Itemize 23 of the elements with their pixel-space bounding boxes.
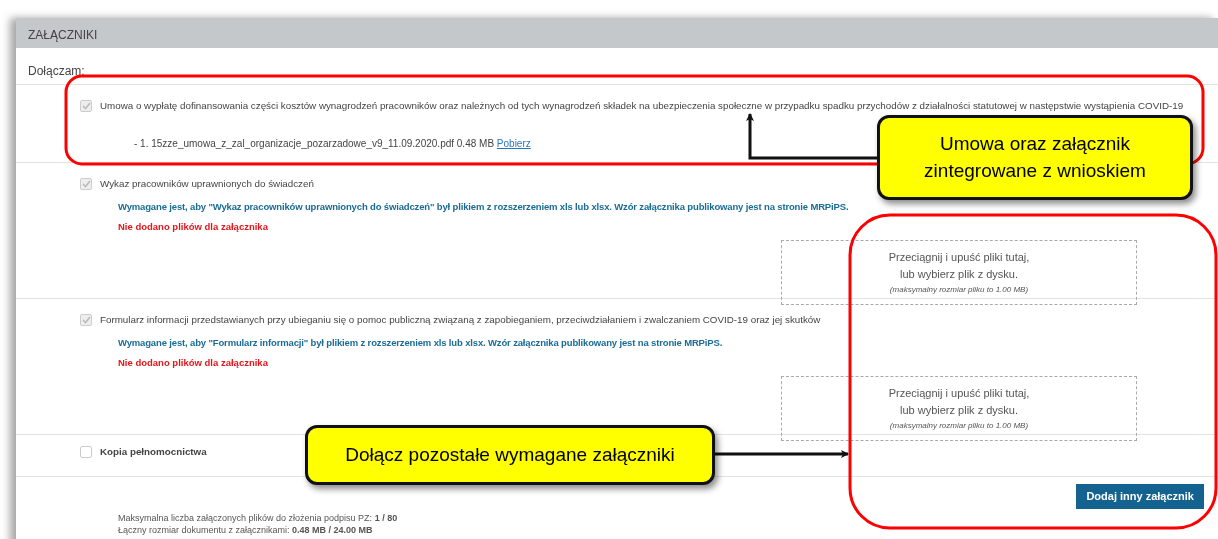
- size-note: (maksymalny rozmiar pliku to 1.00 MB): [888, 420, 1030, 433]
- dropzone-text: lub wybierz plik z dysku.: [899, 266, 1019, 282]
- callout-note: Umowa oraz załącznik zintegrowane z wnioskiem: [877, 115, 1193, 200]
- section-title: ZAŁĄCZNIKI: [28, 28, 98, 42]
- error-text: Nie dodano plików dla załącznika: [118, 355, 269, 370]
- dropzone-text: Przeciągnij i upuść pliki tutaj,: [887, 250, 1031, 266]
- error-text: Nie dodano plików dla załącznika: [118, 219, 269, 234]
- dropzone-text: Przeciągnij i upuść pliki tutaj,: [887, 386, 1031, 402]
- callout-note: Dołącz pozostałe wymagane załączniki: [305, 425, 715, 485]
- summary-text: Maksymalna liczba załączonych plików do złożenia podpisu PZ: 1 / 80: [118, 511, 399, 524]
- attachment-label: Kopia pełnomocnictwa: [100, 445, 207, 459]
- size-note: (maksymalny rozmiar pliku to 1.00 MB): [888, 284, 1030, 297]
- attachment-label: Umowa o wypłatę dofinansowania części kosztów wynagrodzeń pracowników oraz należnych od tych wynagrodzeń składek na ubezpieczenia społeczne w przypadku spadku przychodów z działalności statutowej w następstwie wystąpienia COVID-19: [100, 99, 1184, 113]
- attachment-label: Formularz informacji przedstawianych przy ubieganiu się o pomoc publiczną związaną z zapobieganiem, przeciwdziałaniem i zwalczaniem COVID-19 oraz jej skutków: [100, 313, 821, 327]
- add-attachment-button[interactable]: Dodaj inny załącznik: [1076, 484, 1204, 509]
- file-entry: - 1. 15zze_umowa_z_zal_organizacje_pozarzadowe_v9_11.09.2020.pdf 0.48 MB Pobierz: [134, 136, 531, 151]
- attachment-label: Wykaz pracowników uprawnionych do świadczeń: [100, 177, 314, 191]
- requirement-text: Wymagane jest, aby "Formularz informacji" był plikiem z rozszerzeniem xls lub xlsx. Wzór załącznika publikowany jest na stronie MRPiPS.: [118, 335, 724, 350]
- intro-label: Dołączam:: [28, 64, 85, 78]
- dropzone-text: lub wybierz plik z dysku.: [899, 402, 1019, 418]
- checkbox[interactable]: [80, 446, 92, 459]
- requirement-text: Wymagane jest, aby "Wykaz pracowników uprawnionych do świadczeń" był plikiem z rozszerzeniem xls lub xlsx. Wzór załącznika publikowany jest na stronie MRPiPS.: [118, 199, 850, 214]
- summary-text: Łączny rozmiar dokumentu z załącznikami: 0.48 MB / 24.00 MB: [118, 523, 374, 536]
